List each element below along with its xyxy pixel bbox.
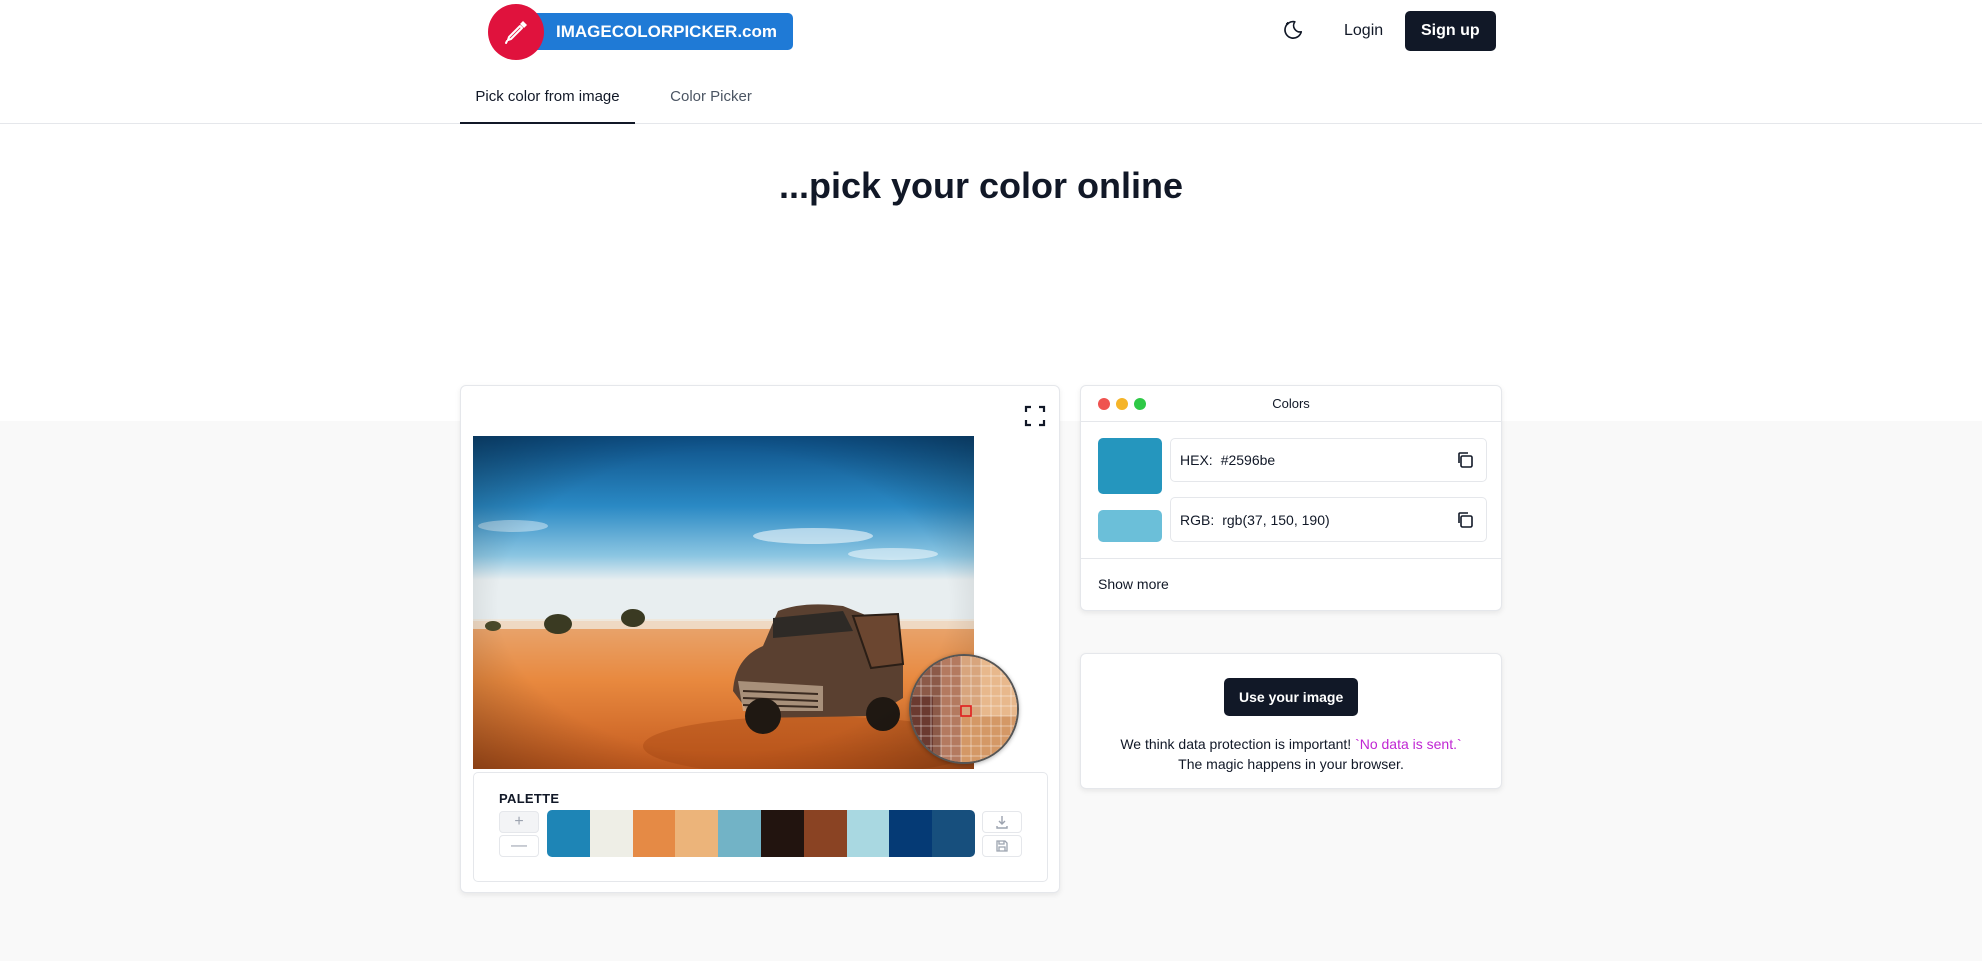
palette-label: PALETTE: [499, 791, 560, 806]
rgb-color-swatch: [1098, 510, 1162, 542]
palette-swatch[interactable]: [718, 810, 761, 857]
palette-swatch[interactable]: [932, 810, 975, 857]
colors-panel: Colors HEX: #2596be RGB: rgb(37, 150, 19…: [1080, 385, 1502, 611]
hex-field[interactable]: HEX: #2596be: [1170, 438, 1487, 482]
download-icon: [996, 816, 1008, 829]
rgb-label: RGB:: [1180, 511, 1215, 528]
hex-label: HEX:: [1180, 452, 1213, 468]
palette-panel: PALETTE + —: [473, 772, 1048, 882]
signup-button[interactable]: Sign up: [1405, 11, 1496, 51]
tab-color-picker[interactable]: Color Picker: [656, 78, 766, 124]
palette-swatch[interactable]: [675, 810, 719, 857]
show-more-link[interactable]: Show more: [1098, 576, 1169, 592]
privacy-note: We think data protection is important! `…: [1081, 734, 1501, 774]
page-title: ...pick your color online: [778, 165, 1184, 206]
palette-remove-button[interactable]: —: [499, 835, 539, 857]
colors-divider: [1081, 558, 1501, 559]
tab-pick-color-from-image[interactable]: Pick color from image: [460, 78, 635, 124]
privacy-text-2: The magic happens in your browser.: [1178, 756, 1404, 772]
header: IMAGECOLORPICKER.com Login Sign up: [0, 0, 1982, 62]
source-image[interactable]: [473, 436, 974, 769]
palette-download-button[interactable]: [982, 811, 1022, 833]
colors-title: Colors: [1272, 396, 1310, 411]
login-button[interactable]: Login: [1334, 12, 1393, 50]
use-your-image-button[interactable]: Use your image: [1224, 678, 1359, 716]
magnifier-loupe: [909, 654, 1019, 764]
dark-mode-toggle[interactable]: [1280, 17, 1306, 43]
palette-swatch[interactable]: [589, 810, 633, 857]
upload-panel: Use your image We think data protection …: [1080, 653, 1502, 789]
hex-value: #2596be: [1220, 452, 1276, 468]
rgb-field[interactable]: RGB: rgb(37, 150, 190): [1170, 497, 1487, 542]
fullscreen-button[interactable]: [1022, 403, 1048, 429]
palette-save-button[interactable]: [982, 835, 1022, 857]
logo-text: IMAGECOLORPICKER.com: [528, 13, 794, 50]
palette-add-button[interactable]: +: [499, 811, 539, 833]
palette-swatches: [547, 810, 975, 857]
palette-swatch[interactable]: [889, 810, 933, 857]
palette-swatch[interactable]: [803, 810, 847, 857]
copy-icon: [1458, 452, 1473, 468]
copy-hex-button[interactable]: [1454, 449, 1476, 471]
eyedropper-icon: [488, 4, 544, 60]
privacy-text: We think data protection is important!: [1120, 736, 1352, 752]
copy-rgb-button[interactable]: [1454, 509, 1476, 531]
image-picker-card: PALETTE + —: [460, 385, 1060, 893]
privacy-highlight: `No data is sent.`: [1355, 736, 1462, 752]
palette-swatch[interactable]: [547, 810, 590, 857]
palette-swatch[interactable]: [632, 810, 676, 857]
copy-icon: [1458, 511, 1473, 528]
moon-icon: [1284, 20, 1303, 39]
colors-titlebar: Colors: [1081, 386, 1501, 422]
fullscreen-icon: [1024, 405, 1046, 427]
hex-color-swatch: [1098, 438, 1162, 494]
palette-swatch[interactable]: [760, 810, 804, 857]
save-icon: [996, 840, 1008, 852]
rgb-value: rgb(37, 150, 190): [1222, 511, 1330, 528]
palette-swatch[interactable]: [846, 810, 890, 857]
tab-bar: Pick color from image Color Picker: [0, 78, 1982, 124]
